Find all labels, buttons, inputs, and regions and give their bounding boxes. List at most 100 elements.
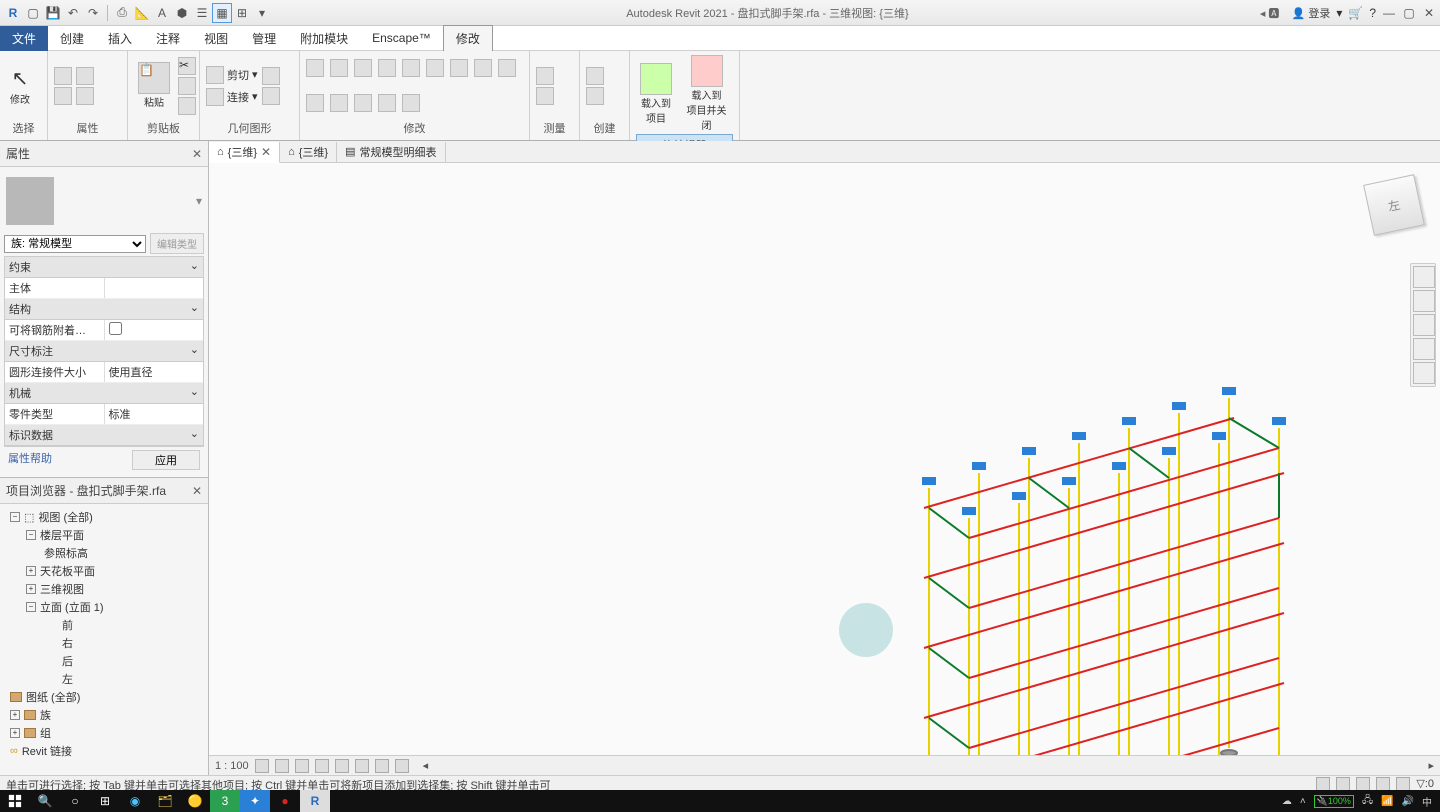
- hide-isolate-icon[interactable]: [375, 759, 389, 773]
- tree-front[interactable]: 前: [4, 616, 204, 634]
- status-icon-2[interactable]: [1336, 777, 1350, 790]
- app-3d-icon[interactable]: 3: [210, 790, 240, 812]
- join-geometry-button[interactable]: 连接 ▾: [206, 88, 258, 106]
- record-icon[interactable]: ●: [270, 790, 300, 812]
- scale-icon[interactable]: [450, 59, 468, 77]
- redo-icon[interactable]: ↷: [84, 4, 102, 22]
- tree-left[interactable]: 左: [4, 670, 204, 688]
- collapse-icon[interactable]: ⌄: [190, 385, 199, 401]
- edge-icon[interactable]: ◉: [120, 790, 150, 812]
- nav-zoom-icon[interactable]: [1413, 338, 1435, 360]
- measure-icon-2[interactable]: [536, 87, 554, 105]
- properties-close-icon[interactable]: ✕: [192, 147, 202, 161]
- tab-annotate[interactable]: 注释: [144, 26, 192, 51]
- reveal-icon[interactable]: [395, 759, 409, 773]
- search-icon[interactable]: 🔍: [30, 790, 60, 812]
- collapse-icon[interactable]: ⌄: [190, 343, 199, 359]
- match-icon[interactable]: [178, 97, 196, 115]
- tree-floorplan[interactable]: −楼层平面: [4, 526, 204, 544]
- delete-icon[interactable]: [354, 94, 372, 112]
- mod-icon-x[interactable]: [402, 94, 420, 112]
- thin-lines-icon[interactable]: ▦: [213, 4, 231, 22]
- prop-icon-1[interactable]: [54, 67, 72, 85]
- prop-icon-3[interactable]: [76, 67, 94, 85]
- tree-ceiling[interactable]: +天花板平面: [4, 562, 204, 580]
- mirror-icon[interactable]: [354, 59, 372, 77]
- rotate-icon[interactable]: [306, 94, 324, 112]
- scale-value[interactable]: 1 : 100: [215, 760, 249, 772]
- tray-wifi-icon[interactable]: 📶: [1381, 796, 1393, 807]
- save-icon[interactable]: 💾: [44, 4, 62, 22]
- modify-cursor-button[interactable]: ↖修改: [6, 64, 34, 108]
- viewcube[interactable]: 左: [1363, 174, 1425, 236]
- 3d-icon[interactable]: ⬢: [173, 4, 191, 22]
- tray-ime-icon[interactable]: 中: [1422, 794, 1432, 809]
- task-view-icon[interactable]: ⊞: [90, 790, 120, 812]
- pin-icon[interactable]: [330, 94, 348, 112]
- app-blue-icon[interactable]: ✦: [240, 790, 270, 812]
- group-icon[interactable]: [378, 94, 396, 112]
- visual-style-icon[interactable]: [275, 759, 289, 773]
- split-icon[interactable]: [402, 59, 420, 77]
- drawing-canvas[interactable]: 左: [209, 163, 1440, 755]
- prop-host-value[interactable]: [105, 278, 204, 298]
- cut-geometry-button[interactable]: 剪切 ▾: [206, 66, 258, 84]
- tab-modify[interactable]: 修改: [443, 25, 493, 51]
- open-icon[interactable]: ▢: [24, 4, 42, 22]
- help-icon[interactable]: ?: [1369, 6, 1376, 20]
- prop-icon-2[interactable]: [54, 87, 72, 105]
- tray-volume-icon[interactable]: 🔊: [1402, 796, 1414, 807]
- load-close-button[interactable]: 载入到 项目并关闭: [680, 53, 733, 134]
- nav-wheel-icon[interactable]: [1413, 290, 1435, 312]
- edit-type-button[interactable]: 编辑类型: [150, 233, 204, 254]
- align-icon[interactable]: [306, 59, 324, 77]
- rendering-icon[interactable]: [335, 759, 349, 773]
- tree-right[interactable]: 右: [4, 634, 204, 652]
- tree-reflevel[interactable]: 参照标高: [4, 544, 204, 562]
- tab-manage[interactable]: 管理: [240, 26, 288, 51]
- collapse-icon[interactable]: ⌄: [190, 301, 199, 317]
- properties-help-link[interactable]: 属性帮助: [8, 450, 52, 470]
- close-button[interactable]: ✕: [1422, 6, 1436, 20]
- revit-task-icon[interactable]: R: [300, 790, 330, 812]
- create-icon-2[interactable]: [586, 87, 604, 105]
- nav-pan-icon[interactable]: [1413, 314, 1435, 336]
- crop-icon[interactable]: [355, 759, 369, 773]
- nav-home-icon[interactable]: [1413, 266, 1435, 288]
- offset-icon[interactable]: [330, 59, 348, 77]
- print-icon[interactable]: ⎙: [113, 4, 131, 22]
- sun-path-icon[interactable]: [295, 759, 309, 773]
- favorites-icon[interactable]: ▾: [1336, 6, 1342, 20]
- tree-groups[interactable]: +组: [4, 724, 204, 742]
- tree-families[interactable]: +族: [4, 706, 204, 724]
- prop-connector-value[interactable]: 使用直径: [105, 362, 204, 382]
- detail-level-icon[interactable]: [255, 759, 269, 773]
- scroll-left-icon[interactable]: ◂: [423, 759, 429, 772]
- collapse-icon[interactable]: ⌄: [190, 259, 199, 275]
- tab-schedule[interactable]: ▤常规模型明细表: [337, 142, 445, 162]
- copy-clip-icon[interactable]: [178, 77, 196, 95]
- tab-3d-inactive[interactable]: ⌂{三维}: [280, 142, 337, 162]
- status-icon-1[interactable]: [1316, 777, 1330, 790]
- tree-back[interactable]: 后: [4, 652, 204, 670]
- status-icon-4[interactable]: [1376, 777, 1390, 790]
- tray-network-icon[interactable]: 🖧: [1362, 793, 1373, 810]
- login-button[interactable]: 👤 登录: [1292, 5, 1331, 21]
- chrome-icon[interactable]: 🟡: [180, 790, 210, 812]
- tab-insert[interactable]: 插入: [96, 26, 144, 51]
- apply-button[interactable]: 应用: [132, 450, 200, 470]
- tab-file[interactable]: 文件: [0, 26, 48, 51]
- maximize-button[interactable]: ▢: [1402, 6, 1416, 20]
- tab-addins[interactable]: 附加模块: [288, 26, 360, 51]
- browser-close-icon[interactable]: ✕: [192, 484, 202, 498]
- logo-icon[interactable]: R: [4, 4, 22, 22]
- close-views-icon[interactable]: ⊞: [233, 4, 251, 22]
- geo-icon-1[interactable]: [262, 67, 280, 85]
- collapse-icon[interactable]: ⌄: [190, 427, 199, 443]
- copy-icon[interactable]: [498, 59, 516, 77]
- status-icon-3[interactable]: [1356, 777, 1370, 790]
- move-icon[interactable]: [474, 59, 492, 77]
- paste-button[interactable]: 📋粘贴: [134, 60, 174, 111]
- measure-icon-1[interactable]: [536, 67, 554, 85]
- tray-cloud-icon[interactable]: ☁: [1282, 796, 1292, 807]
